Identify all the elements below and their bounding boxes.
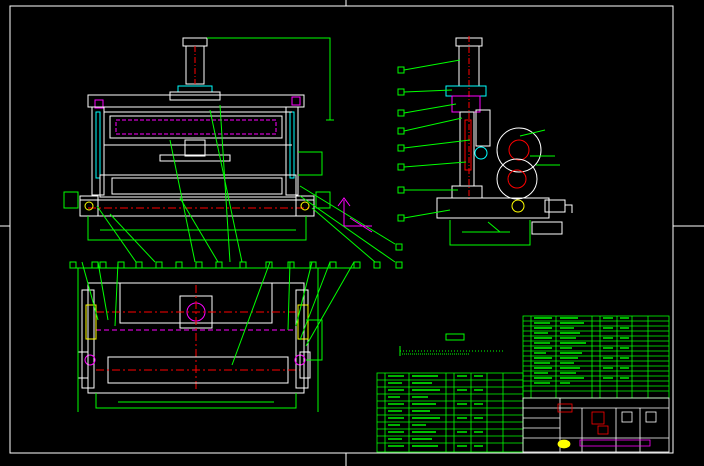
cylinder-front — [182, 37, 208, 85]
side-view — [403, 36, 573, 246]
front-leaders — [96, 104, 396, 263]
sheet-frame — [0, 0, 704, 466]
gear-lower — [496, 158, 538, 200]
left-column — [91, 106, 105, 196]
technical-notes — [399, 333, 505, 356]
leader-balloons-side — [397, 66, 405, 222]
cylinder-flange — [177, 85, 213, 93]
side-handle-knob — [474, 146, 488, 160]
bom-table-bottom — [376, 372, 524, 453]
bom-right-text-marks — [534, 317, 629, 384]
title-block — [522, 397, 670, 453]
cad-drawing-sheet — [0, 0, 704, 466]
school-logo — [557, 439, 571, 449]
overall-height-dim — [207, 37, 331, 120]
top-beam — [87, 94, 305, 108]
front-view — [63, 37, 396, 263]
bom-bottom-text-marks — [388, 375, 483, 447]
upper-platen — [109, 115, 283, 139]
gear-upper — [496, 127, 542, 173]
top-leaders — [81, 261, 355, 366]
side-base — [436, 197, 550, 219]
top-view — [77, 261, 355, 412]
